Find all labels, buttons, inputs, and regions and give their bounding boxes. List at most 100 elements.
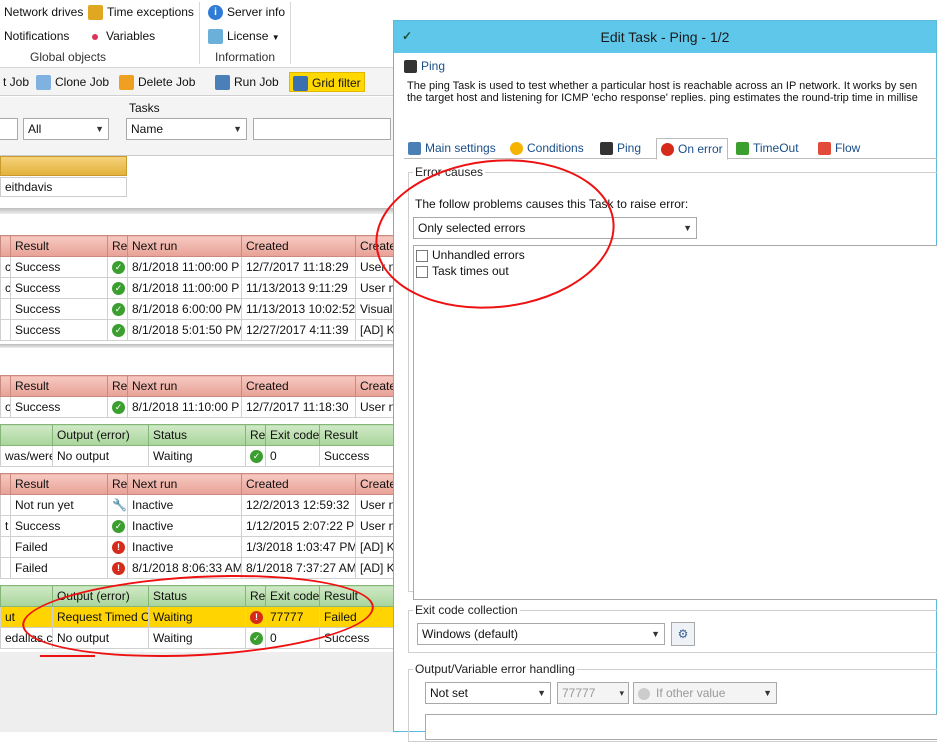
- col-next-run[interactable]: Next run: [127, 473, 242, 495]
- chevron-down-icon: ▼: [683, 223, 692, 233]
- group-header-bar[interactable]: [0, 156, 127, 176]
- grid-empty-area: [0, 652, 393, 732]
- exit-code-select[interactable]: Windows (default) ▼: [417, 623, 665, 645]
- success-icon: ✓: [112, 303, 125, 317]
- info-icon: i: [208, 5, 223, 21]
- col-output[interactable]: Output (error): [52, 424, 149, 446]
- ribbon-variables[interactable]: Variables: [90, 29, 155, 43]
- group-information: Information: [215, 50, 276, 64]
- separator: [0, 344, 393, 348]
- table-row[interactable]: Failed! Inactive 1/3/2018 1:03:47 PM [AD] K: [0, 536, 401, 558]
- ribbon-notifications[interactable]: Notifications: [4, 29, 69, 43]
- group-user-cell[interactable]: eithdavis: [0, 177, 127, 197]
- table-row[interactable]: was/were No output Waiting ✓ 0 Success: [0, 445, 401, 467]
- table-row[interactable]: Success ✓ 8/1/2018 6:00:00 PM 11/13/2013 10…: [0, 298, 401, 320]
- new-job-button[interactable]: t Job: [0, 72, 32, 92]
- cell-created: 1/12/2015 2:07:22 P: [241, 515, 356, 537]
- success-icon: ✓: [112, 324, 125, 338]
- col-status[interactable]: Status: [148, 424, 246, 446]
- col-re[interactable]: Re: [107, 473, 128, 495]
- cell-created: 11/13/2013 10:02:52: [241, 298, 356, 320]
- gear-icon: ⚙: [677, 627, 689, 641]
- col-created[interactable]: Created: [241, 235, 356, 257]
- col-result[interactable]: Result: [10, 375, 108, 397]
- ribbon-server-info[interactable]: i Server info: [208, 5, 285, 21]
- tab-conditions[interactable]: Conditions: [506, 138, 588, 160]
- chevron-down-icon: ▼: [763, 688, 772, 698]
- filter-input-left[interactable]: [0, 118, 18, 140]
- table-row[interactable]: Success ✓ 8/1/2018 5:01:50 PM 12/27/2017 4:…: [0, 319, 401, 341]
- cell-left: t: [0, 515, 11, 537]
- ribbon-network-drives[interactable]: Network drives: [4, 5, 83, 19]
- dialog-title: Edit Task - Ping - 1/2: [600, 29, 730, 45]
- success-icon: ✓: [112, 282, 125, 296]
- cell-left: c: [0, 256, 11, 278]
- output-code-input[interactable]: 77777 ▾: [557, 682, 629, 704]
- run-job-button[interactable]: Run Job: [212, 72, 282, 92]
- cell-status: ✓: [107, 277, 128, 299]
- description-line: the target host and listening for ICMP '…: [407, 92, 918, 104]
- grid-header-row: Output (error) Status Re Exit code Resul…: [0, 424, 401, 446]
- table-row[interactable]: c Success ✓ 8/1/2018 11:00:00 P 11/13/2013 9…: [0, 277, 401, 299]
- table-row[interactable]: c Success ✓ 8/1/2018 11:00:00 P 12/7/2017 11…: [0, 256, 401, 278]
- col-re[interactable]: Re: [107, 375, 128, 397]
- settings-icon: [408, 142, 421, 156]
- cell-status: !: [107, 536, 128, 558]
- clone-icon: [36, 75, 51, 91]
- ribbon-divider: [290, 2, 291, 64]
- col-result[interactable]: Result: [319, 424, 401, 446]
- cell-status: ✓: [107, 256, 128, 278]
- delete-job-button[interactable]: Delete Job: [116, 72, 198, 92]
- filter-icon: [293, 76, 308, 92]
- col-result[interactable]: Result: [10, 235, 108, 257]
- cell-result: Not run yet: [10, 494, 108, 516]
- col-exit-code[interactable]: Exit code: [265, 424, 320, 446]
- error-icon: !: [112, 562, 125, 576]
- output-mode-select[interactable]: Not set ▼: [425, 682, 551, 704]
- tab-ping[interactable]: Ping: [596, 138, 645, 160]
- tasks-field-select[interactable]: Name ▼: [126, 118, 247, 140]
- grid-filter-button[interactable]: Grid filter: [289, 72, 365, 92]
- table-row[interactable]: olSuccess ✓8/1/2018 11:10:00 P12/7/2017 1…: [0, 396, 401, 418]
- col-next-run[interactable]: Next run: [127, 235, 242, 257]
- cell-status: 🔧: [107, 494, 128, 516]
- tab-main-settings[interactable]: Main settings: [404, 138, 500, 160]
- cell-status: ✓: [107, 515, 128, 537]
- col-created[interactable]: Created: [241, 375, 356, 397]
- ribbon-license[interactable]: License ▼: [208, 29, 280, 45]
- chevron-down-icon: ▼: [233, 124, 242, 134]
- wrench-icon: 🔧: [112, 498, 127, 512]
- col-left: [0, 473, 11, 495]
- delete-icon: [119, 75, 134, 91]
- cell-status: Waiting: [148, 445, 246, 467]
- col-left: [0, 424, 53, 446]
- col-next-run[interactable]: Next run: [127, 375, 242, 397]
- tab-timeout[interactable]: TimeOut: [732, 138, 803, 160]
- output-value-input[interactable]: [425, 714, 937, 740]
- tasks-search-input[interactable]: [253, 118, 391, 140]
- task-type-header: Ping: [404, 59, 445, 74]
- grid-jobs-1: Result Re Next run Created Created c Succ…: [0, 235, 401, 341]
- cell-result: Failed: [10, 557, 108, 579]
- grid-jobs-2: Result Re Next run Created Created olSuc…: [0, 375, 401, 418]
- toolbar: t Job Clone Job Delete Job Run Job Grid …: [0, 68, 393, 96]
- ribbon-time-exceptions[interactable]: Time exceptions: [88, 5, 194, 21]
- dialog-title-bar[interactable]: ✓ Edit Task - Ping - 1/2: [394, 21, 936, 53]
- exit-code-settings-button[interactable]: ⚙: [671, 622, 695, 646]
- col-re[interactable]: Re: [245, 424, 266, 446]
- task-description: The ping Task is used to test whether a …: [407, 80, 937, 104]
- col-re[interactable]: Re: [107, 235, 128, 257]
- table-row[interactable]: Not run yet 🔧 Inactive 12/2/2013 12:59:32 Us…: [0, 494, 401, 516]
- cell-result: Success: [10, 319, 108, 341]
- scroll-shadow: [0, 208, 393, 214]
- filter-select-all[interactable]: All ▼: [23, 118, 109, 140]
- col-created[interactable]: Created: [241, 473, 356, 495]
- ribbon: Network drives Time exceptions Notificat…: [0, 0, 393, 68]
- tab-on-error[interactable]: On error: [656, 138, 728, 160]
- tab-flow[interactable]: Flow: [814, 138, 864, 160]
- clone-job-button[interactable]: Clone Job: [33, 72, 112, 92]
- output-handling-legend: Output/Variable error handling: [415, 662, 575, 676]
- table-row[interactable]: t Success ✓ Inactive 1/12/2015 2:07:22 P User…: [0, 515, 401, 537]
- output-condition-select[interactable]: If other value ▼: [633, 682, 777, 704]
- col-result[interactable]: Result: [10, 473, 108, 495]
